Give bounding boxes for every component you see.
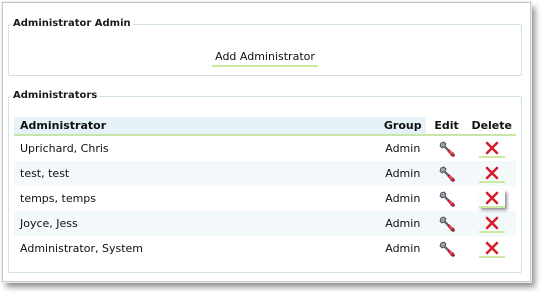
group-cell: Admin <box>385 142 421 155</box>
delete-cell <box>467 161 516 186</box>
delete-cell <box>467 211 516 236</box>
delete-cell <box>467 136 516 161</box>
edit-cell <box>426 236 468 261</box>
wrench-icon <box>438 165 456 183</box>
delete-button[interactable] <box>478 140 505 158</box>
table-row: Administrator, System Admin <box>14 236 516 261</box>
red-x-icon <box>485 166 499 180</box>
edit-button[interactable] <box>434 214 460 234</box>
add-administrator-link[interactable]: Add Administrator <box>212 50 318 67</box>
column-header-delete: Delete <box>467 117 516 136</box>
delete-button[interactable] <box>478 215 505 233</box>
administrators-table: Administrator Group Edit Delete Uprichar… <box>14 117 516 261</box>
group-cell: Admin <box>385 192 421 205</box>
administrators-table-body: Uprichard, Chris Admin test, test Admin temp… <box>14 136 516 261</box>
admin-panel: Administrator Admin Add Administrator Ad… <box>1 1 532 283</box>
delete-cell <box>467 186 516 211</box>
table-row: temps, temps Admin <box>14 186 516 211</box>
group-cell: Admin <box>379 161 426 186</box>
administrator-name-cell: Uprichard, Chris <box>20 142 109 155</box>
wrench-icon <box>438 140 456 158</box>
group-cell: Admin <box>385 242 421 255</box>
edit-button[interactable] <box>434 189 460 209</box>
table-header-row: Administrator Group Edit Delete <box>14 117 516 136</box>
administrator-name-cell: temps, temps <box>20 192 97 205</box>
table-row: test, test Admin <box>14 161 516 186</box>
delete-cell <box>467 236 516 261</box>
red-x-icon <box>485 191 499 205</box>
red-x-icon <box>485 141 499 155</box>
column-header-administrator[interactable]: Administrator <box>14 117 380 136</box>
edit-button[interactable] <box>434 164 460 184</box>
wrench-icon <box>438 215 456 233</box>
table-row: Joyce, Jess Admin <box>14 211 516 236</box>
delete-button[interactable] <box>478 189 505 208</box>
table-row: Uprichard, Chris Admin <box>14 136 516 161</box>
edit-cell <box>425 161 468 186</box>
red-x-icon <box>485 216 499 230</box>
administrator-admin-fieldset: Administrator Admin Add Administrator <box>8 18 522 76</box>
add-administrator-container: Add Administrator <box>9 50 521 67</box>
administrator-admin-legend: Administrator Admin <box>13 18 131 29</box>
group-cell: Admin <box>379 211 426 236</box>
administrator-name-cell: Administrator, System <box>20 242 143 255</box>
edit-cell <box>426 186 468 211</box>
delete-button[interactable] <box>478 165 505 183</box>
delete-button[interactable] <box>478 240 505 258</box>
administrators-legend: Administrators <box>13 90 98 101</box>
red-x-icon <box>485 241 499 255</box>
wrench-icon <box>438 240 456 258</box>
edit-cell <box>425 211 468 236</box>
edit-cell <box>426 136 468 161</box>
column-header-group[interactable]: Group <box>379 117 426 136</box>
administrators-fieldset: Administrators Administrator Group Edit … <box>8 90 522 273</box>
administrator-name-cell: Joyce, Jess <box>14 211 380 236</box>
edit-button[interactable] <box>434 139 460 159</box>
wrench-icon <box>438 190 456 208</box>
column-header-edit: Edit <box>425 117 468 136</box>
administrator-name-cell: test, test <box>14 161 380 186</box>
edit-button[interactable] <box>434 239 460 259</box>
